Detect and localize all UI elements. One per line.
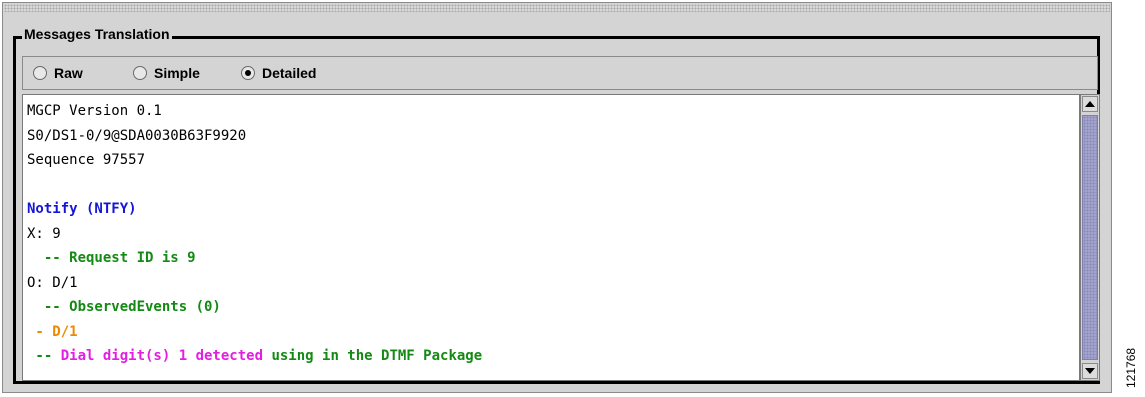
- message-line: O: D/1: [27, 271, 1079, 296]
- figure-number: 121768: [1124, 347, 1138, 388]
- message-segment: X: 9: [27, 225, 61, 242]
- message-line: Sequence 97557: [27, 148, 1079, 173]
- scroll-up-button[interactable]: [1082, 96, 1098, 112]
- message-line: X: 9: [27, 222, 1079, 247]
- radio-simple[interactable]: Simple: [133, 65, 200, 81]
- message-line: S0/DS1-0/9@SDA0030B63F9920: [27, 124, 1079, 149]
- message-line: [27, 173, 1079, 198]
- radio-detailed-circle[interactable]: [241, 66, 255, 80]
- radio-simple-circle[interactable]: [133, 66, 147, 80]
- message-segment: -- ObservedEvents (0): [27, 299, 221, 315]
- message-line: - D/1: [27, 320, 1079, 345]
- message-line: -- Request ID is 9: [27, 246, 1079, 271]
- message-segment: S0/DS1-0/9@SDA0030B63F9920: [27, 127, 247, 144]
- message-line: MGCP Version 0.1: [27, 99, 1079, 124]
- message-segment: -- Request ID is 9: [27, 250, 196, 266]
- group-title: Messages Translation: [22, 26, 172, 42]
- radio-simple-label: Simple: [154, 65, 200, 81]
- arrow-down-icon: [1085, 368, 1095, 374]
- message-segment: using in the DTMF Package: [263, 348, 483, 364]
- radio-raw-label: Raw: [54, 65, 83, 81]
- message-text-area[interactable]: MGCP Version 0.1 S0/DS1-0/9@SDA0030B63F99…: [22, 94, 1080, 381]
- arrow-up-icon: [1085, 101, 1095, 107]
- scroll-down-button[interactable]: [1082, 363, 1098, 379]
- message-segment: - D/1: [27, 323, 78, 340]
- radio-raw-circle[interactable]: [33, 66, 47, 80]
- message-segment: Dial digit(s) 1 detected: [60, 348, 264, 364]
- radio-raw[interactable]: Raw: [33, 65, 83, 81]
- message-line: -- Dial digit(s) 1 detected using in the…: [27, 344, 1079, 369]
- panel-title-strip[interactable]: [4, 4, 1110, 12]
- view-mode-bar: Raw Simple Detailed: [22, 56, 1098, 90]
- message-segment: Sequence 97557: [27, 152, 146, 168]
- message-segment: Notify (NTFY): [27, 201, 137, 217]
- vertical-scrollbar[interactable]: [1080, 94, 1100, 381]
- message-line: Notify (NTFY): [27, 197, 1079, 222]
- radio-detailed[interactable]: Detailed: [241, 65, 316, 81]
- scroll-thumb[interactable]: [1082, 115, 1098, 360]
- message-segment: MGCP Version 0.1: [27, 103, 162, 119]
- message-line: -- ObservedEvents (0): [27, 295, 1079, 320]
- radio-detailed-label: Detailed: [262, 65, 317, 81]
- message-segment: --: [27, 348, 61, 364]
- message-segment: O: D/1: [27, 274, 78, 291]
